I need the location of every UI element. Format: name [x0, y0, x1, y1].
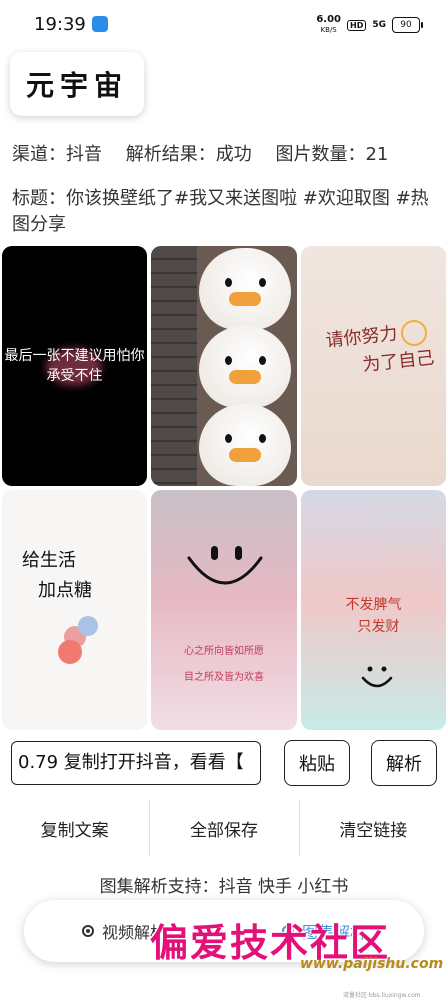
- image-tile-2[interactable]: [151, 246, 297, 486]
- result-info: 渠道：抖音 解析结果：成功 图片数量：21: [12, 140, 406, 166]
- signal-icon: 5G: [372, 20, 386, 30]
- channel-label: 渠道：抖音: [12, 144, 102, 165]
- image-grid: 最后一张不建议用怕你承受不住 请你努力 为了自己 给生活 加点糖 心之所向皆如所…: [2, 246, 446, 730]
- balloon-icon: [78, 616, 98, 636]
- status-indicators: 6.00 KB/S HD 5G 90: [316, 15, 423, 35]
- image-4-line-1: 给生活: [22, 550, 76, 571]
- image-6-line-1: 不发脾气: [345, 597, 402, 613]
- app-title: 元宇宙: [25, 69, 128, 102]
- image-tile-1[interactable]: 最后一张不建议用怕你承受不住: [2, 246, 147, 486]
- radio-icon: [81, 925, 94, 937]
- post-caption: 标题：你该换壁纸了#我又来送图啦 #欢迎取图 #热图分享: [12, 188, 429, 235]
- image-tile-3[interactable]: 请你努力 为了自己: [301, 246, 446, 486]
- status-bar: 19:39 6.00 KB/S HD 5G 90: [0, 0, 448, 52]
- network-speed: 6.00 KB/S: [316, 15, 341, 35]
- battery-icon: 90: [392, 17, 423, 33]
- app-title-card: 元宇宙: [10, 52, 144, 116]
- duck-figure: [199, 404, 291, 486]
- paste-button[interactable]: 粘贴: [284, 740, 350, 786]
- image-5-line-1: 心之所向皆如所愿: [184, 646, 264, 657]
- image-tile-6[interactable]: 不发脾气 只发财: [301, 490, 446, 730]
- duck-figure: [199, 248, 291, 330]
- network-speed-value: 6.00: [316, 14, 341, 25]
- image-6-text: 不发脾气 只发财: [301, 594, 446, 638]
- support-platforms-text: 图集解析支持：抖音 快手 小红书: [99, 877, 349, 897]
- parse-button[interactable]: 解析: [371, 740, 437, 786]
- save-all-button[interactable]: 全部保存: [149, 800, 298, 856]
- parse-status-label: 解析结果：成功: [125, 144, 252, 165]
- clear-link-button[interactable]: 清空链接: [298, 800, 448, 856]
- hd-icon: HD: [347, 19, 367, 31]
- image-5-line-2: 目之所及皆为欢喜: [184, 672, 264, 683]
- image-tile-5[interactable]: 心之所向皆如所愿 目之所及皆为欢喜: [151, 490, 297, 730]
- image-4-line-2: 加点糖: [38, 580, 92, 601]
- duck-figure: [199, 326, 291, 408]
- balloon-icon: [58, 640, 82, 664]
- watermark-url: www.paijishu.com: [300, 956, 444, 972]
- copy-text-button[interactable]: 复制文案: [0, 800, 149, 856]
- link-input[interactable]: 0.79 复制打开抖音，看看【: [11, 741, 261, 785]
- image-3-text: 请你努力 为了自己: [324, 317, 436, 384]
- image-6-line-2: 只发财: [357, 619, 400, 635]
- watermark-small-text: 流量社区·bbs.liuxingw.com: [343, 992, 421, 999]
- image-count-label: 图片数量：21: [275, 144, 389, 165]
- smiley-face-icon: [187, 556, 263, 585]
- network-speed-unit: KB/S: [320, 26, 337, 34]
- image-4-text: 给生活 加点糖: [22, 546, 92, 606]
- status-time: 19:39: [34, 14, 86, 35]
- image-1-text: 最后一张不建议用怕你承受不住: [4, 348, 145, 384]
- image-tile-4[interactable]: 给生活 加点糖: [2, 490, 147, 730]
- app-notification-icon: [92, 16, 108, 32]
- action-row: 复制文案 全部保存 清空链接: [0, 800, 448, 856]
- brick-wall-decoration: [151, 246, 197, 486]
- smiley-face-icon: [361, 666, 393, 688]
